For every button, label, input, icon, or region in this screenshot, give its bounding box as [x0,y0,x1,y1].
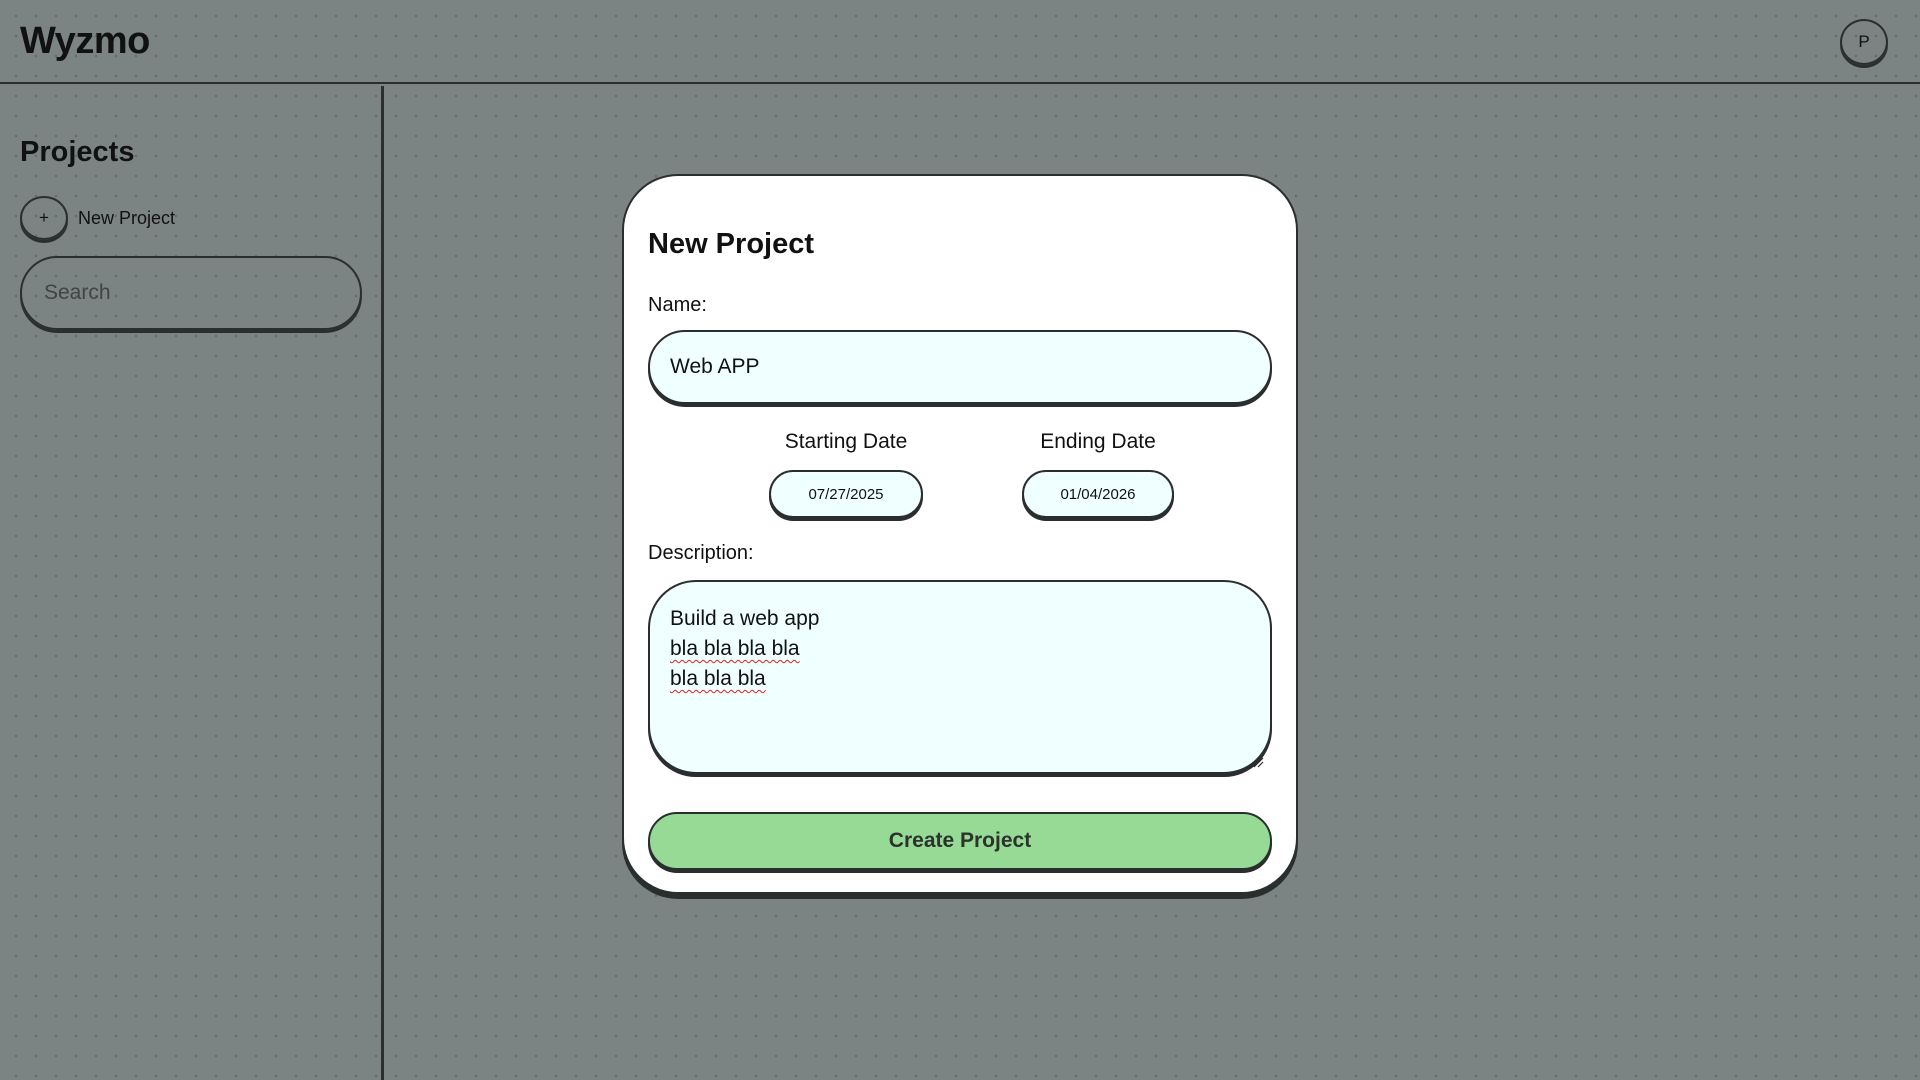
end-date-label: Ending Date [1040,430,1156,453]
new-project-button[interactable]: + New Project [20,196,175,240]
top-bar: Wyzmo P [0,0,1920,84]
sidebar-title: Projects [20,136,135,168]
start-date-label: Starting Date [784,430,908,453]
create-project-button[interactable]: Create Project [648,812,1272,870]
new-project-label[interactable]: New Project [78,208,175,229]
description-textarea[interactable]: Build a web app bla bla bla bla bla bla … [648,580,1272,774]
description-line: bla bla bla bla [670,637,800,660]
card-title: New Project [648,228,814,260]
start-date-input[interactable]: 07/27/2025 [769,470,923,518]
description-label: Description: [648,542,754,564]
plus-icon[interactable]: + [20,196,68,240]
new-project-card: New Project Name: Starting Date 07/27/20… [622,174,1298,894]
user-avatar[interactable]: P [1840,19,1888,65]
end-date-group: Ending Date 01/04/2026 [1020,430,1176,518]
resize-handle-icon[interactable] [1252,756,1264,768]
end-date-input[interactable]: 01/04/2026 [1022,470,1174,518]
description-line: Build a web app [670,607,820,630]
start-date-group: Starting Date 07/27/2025 [768,430,924,518]
app-logo[interactable]: Wyzmo [20,20,150,63]
description-line: bla bla bla [670,667,766,690]
sidebar: Projects + New Project [0,86,384,1080]
name-label: Name: [648,294,707,316]
name-input[interactable] [648,330,1272,404]
search-input[interactable] [20,256,362,330]
